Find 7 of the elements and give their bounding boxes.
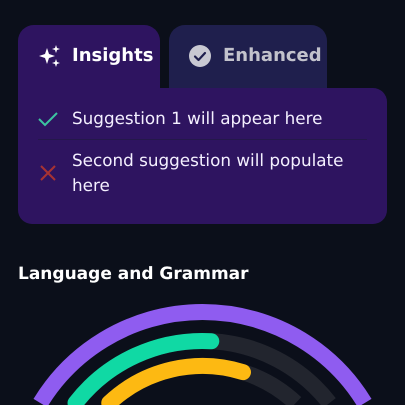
suggestion-text: Second suggestion will populate here (72, 149, 344, 197)
section-heading: Language and Grammar (18, 264, 250, 284)
sparkles-icon (38, 44, 62, 68)
check-circle-icon (188, 44, 212, 68)
tab[interactable]: Insights (18, 25, 160, 88)
suggestion-text: Suggestion 1 will appear here (72, 107, 322, 130)
tab[interactable]: Enhanced (169, 25, 327, 88)
